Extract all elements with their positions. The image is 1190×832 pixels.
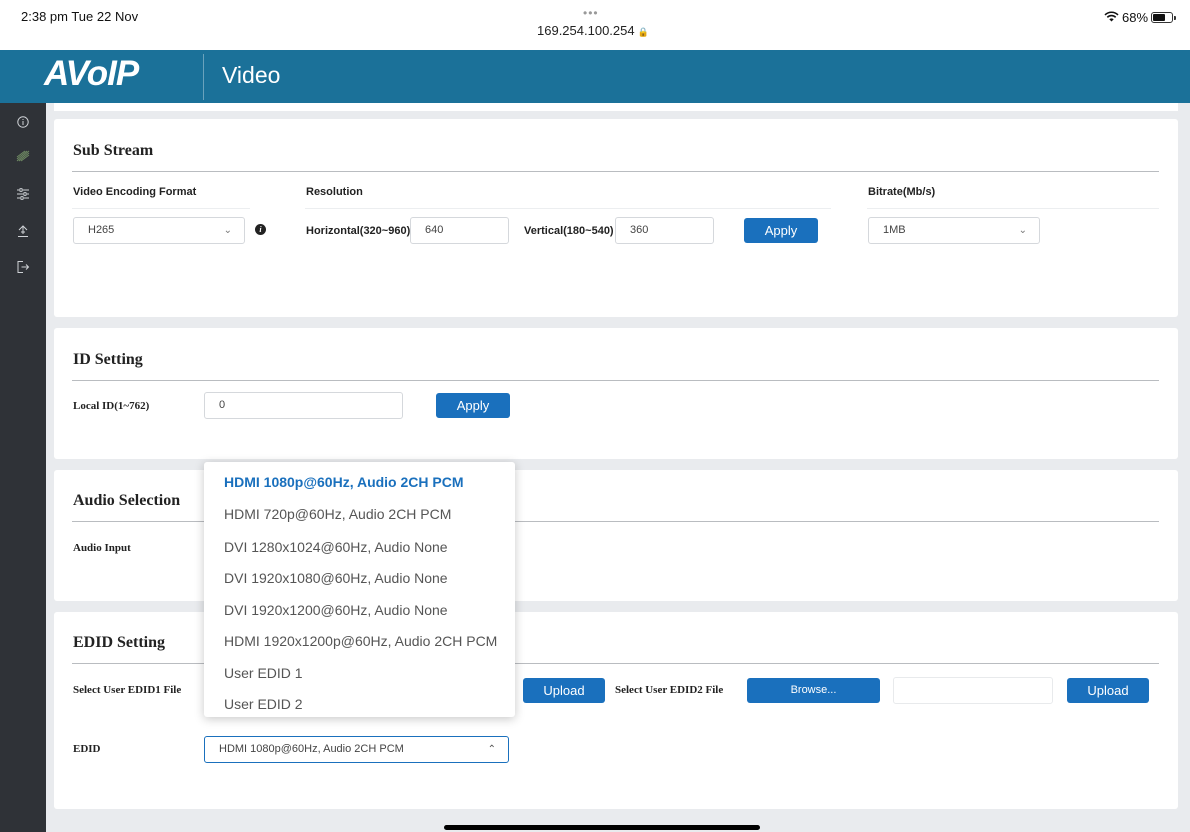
resolution-apply-button[interactable]: Apply — [744, 218, 818, 243]
card-divider — [72, 380, 1159, 381]
sub-stream-title: Sub Stream — [73, 142, 154, 159]
edid-option[interactable]: User EDID 2 — [224, 696, 303, 712]
upload-edid2-button[interactable]: Upload — [1067, 678, 1149, 703]
sub-stream-card: Sub Stream Video Encoding Format Resolut… — [54, 119, 1178, 317]
edid-dropdown-menu: HDMI 1080p@60Hz, Audio 2CH PCM HDMI 720p… — [204, 462, 515, 717]
bitrate-select[interactable]: 1MB ⌄ — [868, 217, 1040, 244]
divider — [72, 208, 250, 209]
horizontal-label: Horizontal(320~960) — [306, 225, 411, 237]
lock-icon: 🔒 — [637, 27, 649, 37]
browser-menu-dots[interactable]: ••• — [583, 6, 599, 20]
page-title: Video — [222, 62, 281, 88]
edid-select[interactable]: HDMI 1080p@60Hz, Audio 2CH PCM ⌃ — [204, 736, 509, 763]
status-bar: 2:38 pm Tue 22 Nov ••• 169.254.100.254 🔒 … — [0, 0, 1190, 50]
edid-option[interactable]: HDMI 1080p@60Hz, Audio 2CH PCM — [224, 474, 464, 490]
edid-label: EDID — [73, 743, 101, 755]
edid-option[interactable]: User EDID 1 — [224, 665, 303, 681]
sliders-icon — [17, 188, 29, 200]
card-divider — [72, 171, 1159, 172]
vertical-input[interactable]: 360 — [615, 217, 714, 244]
edid-option[interactable]: HDMI 720p@60Hz, Audio 2CH PCM — [224, 506, 451, 522]
avoip-logo: AVoIP — [44, 54, 139, 93]
battery-icon — [1151, 12, 1177, 23]
edid2-file-path-input[interactable] — [893, 677, 1053, 704]
id-apply-button[interactable]: Apply — [436, 393, 510, 418]
status-time: 2:38 pm Tue 22 Nov — [21, 9, 139, 24]
chevron-up-icon: ⌃ — [487, 744, 496, 755]
video-icon — [16, 150, 30, 162]
edid-setting-title: EDID Setting — [73, 634, 166, 651]
edid1-file-label: Select User EDID1 File — [73, 684, 182, 696]
sidebar-item-info[interactable] — [0, 107, 46, 137]
url-bar[interactable]: 169.254.100.254 🔒 — [537, 23, 649, 38]
edid2-file-label: Select User EDID2 File — [615, 684, 724, 696]
video-encoding-select[interactable]: H265 ⌄ — [73, 217, 245, 244]
edid-option[interactable]: DVI 1920x1200@60Hz, Audio None — [224, 602, 448, 618]
info-icon — [17, 116, 29, 128]
app-header: AVoIP Video — [0, 50, 1190, 103]
bitrate-label: Bitrate(Mb/s) — [868, 186, 936, 198]
sidebar — [0, 103, 46, 832]
sidebar-item-settings[interactable] — [0, 179, 46, 209]
upgrade-icon — [18, 225, 28, 237]
horizontal-input[interactable]: 640 — [410, 217, 509, 244]
local-id-label: Local ID(1~762) — [73, 400, 150, 412]
vertical-label: Vertical(180~540) — [524, 225, 614, 237]
edid-option[interactable]: DVI 1920x1080@60Hz, Audio None — [224, 570, 448, 586]
video-encoding-value: H265 — [88, 224, 115, 236]
local-id-input[interactable]: 0 — [204, 392, 403, 419]
audio-selection-title: Audio Selection — [73, 492, 181, 509]
status-indicators: 68% — [1104, 10, 1177, 25]
edid-option[interactable]: DVI 1280x1024@60Hz, Audio None — [224, 539, 448, 555]
chevron-down-icon: ⌄ — [223, 225, 232, 236]
previous-card-edge — [54, 103, 1178, 111]
chevron-down-icon: ⌄ — [1018, 225, 1027, 236]
header-divider — [203, 54, 204, 100]
id-setting-title: ID Setting — [73, 351, 143, 368]
resolution-label: Resolution — [306, 186, 363, 198]
divider — [867, 208, 1159, 209]
sidebar-item-logout[interactable] — [0, 252, 46, 282]
sidebar-item-video[interactable] — [0, 141, 46, 171]
browse-edid2-button[interactable]: Browse... — [747, 678, 880, 703]
edid-option[interactable]: HDMI 1920x1200p@60Hz, Audio 2CH PCM — [224, 633, 497, 649]
logout-icon — [17, 261, 30, 273]
battery-percent: 68% — [1122, 10, 1149, 25]
bitrate-value: 1MB — [883, 224, 906, 236]
id-setting-card: ID Setting Local ID(1~762) 0 Apply — [54, 328, 1178, 459]
info-icon[interactable]: i — [255, 224, 266, 235]
edid-select-value: HDMI 1080p@60Hz, Audio 2CH PCM — [219, 743, 404, 755]
url-text: 169.254.100.254 — [537, 23, 635, 38]
upload-edid1-button[interactable]: Upload — [523, 678, 605, 703]
divider — [305, 208, 831, 209]
home-indicator — [444, 825, 760, 830]
sidebar-item-upgrade[interactable] — [0, 216, 46, 246]
wifi-icon — [1104, 10, 1119, 25]
video-encoding-format-label: Video Encoding Format — [73, 186, 197, 198]
audio-input-label: Audio Input — [73, 542, 131, 554]
